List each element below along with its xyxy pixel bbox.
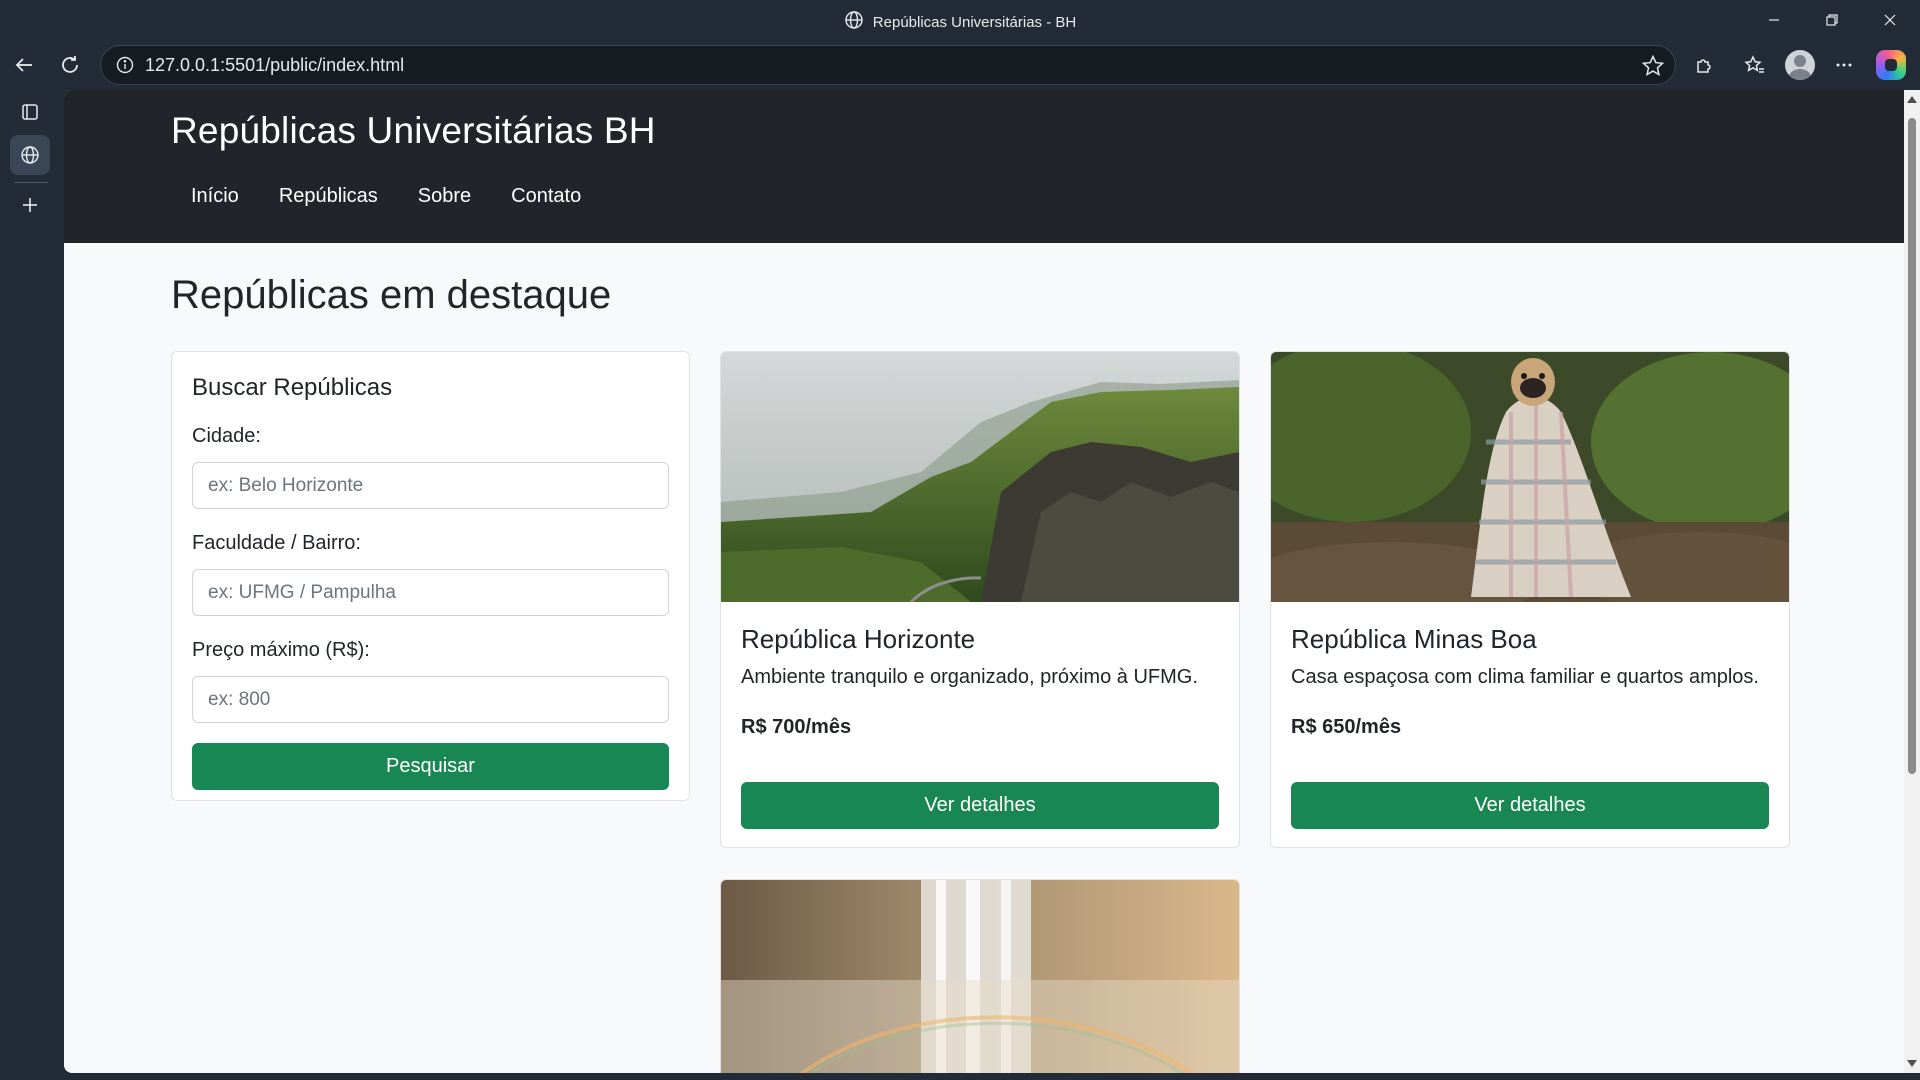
price-input[interactable] (192, 676, 669, 723)
active-tab-globe-icon[interactable] (10, 135, 50, 175)
nav-contato[interactable]: Contato (491, 185, 601, 208)
details-button[interactable]: Ver detalhes (1291, 782, 1769, 829)
profile-avatar[interactable] (1785, 50, 1815, 80)
minimize-button[interactable] (1745, 0, 1803, 40)
tab-actions-icon[interactable] (10, 92, 50, 132)
sidebar-divider (14, 182, 48, 183)
info-icon[interactable] (105, 56, 145, 74)
search-card: Buscar Repúblicas Cidade: Faculdade / Ba… (171, 351, 690, 801)
republica-card (720, 879, 1240, 1073)
extensions-button[interactable] (1686, 47, 1722, 83)
favorites-button[interactable] (1737, 47, 1773, 83)
scroll-down-arrow-icon[interactable] (1907, 1060, 1917, 1067)
page-viewport: Repúblicas Universitárias BH Início Repú… (64, 90, 1920, 1073)
window-title-text: Repúblicas Universitárias - BH (872, 13, 1077, 31)
url-text[interactable]: 127.0.0.1:5501/public/index.html (145, 55, 404, 76)
close-button[interactable] (1861, 0, 1919, 40)
browser-toolbar: 127.0.0.1:5501/public/index.html (0, 40, 1920, 90)
faculty-input[interactable] (192, 569, 669, 616)
restore-button[interactable] (1803, 0, 1861, 40)
faculty-label: Faculdade / Bairro: (192, 532, 361, 554)
mountain-landscape-image (721, 352, 1239, 602)
page-scrollbar[interactable] (1904, 90, 1920, 1073)
globe-icon (844, 10, 864, 34)
browser-sidebar (0, 90, 64, 1080)
favorite-star-icon[interactable] (1641, 54, 1665, 78)
pug-in-blanket-image (1271, 352, 1789, 602)
scroll-up-arrow-icon[interactable] (1907, 96, 1917, 103)
back-button[interactable] (6, 47, 42, 83)
nav-republicas[interactable]: Repúblicas (259, 185, 398, 208)
nav-inicio[interactable]: Início (171, 185, 259, 208)
search-title: Buscar Repúblicas (192, 374, 393, 401)
republica-card: República Minas Boa Casa espaçosa com cl… (1270, 351, 1790, 848)
search-button[interactable]: Pesquisar (192, 743, 669, 790)
price-label: Preço máximo (R$): (192, 639, 370, 661)
republica-name: República Horizonte (741, 624, 976, 654)
republica-price: R$ 700/mês (741, 716, 852, 738)
city-input[interactable] (192, 462, 669, 509)
waterfall-rainbow-image (721, 880, 1239, 1073)
site-title: Repúblicas Universitárias BH (171, 110, 656, 151)
section-title: Repúblicas em destaque (171, 273, 612, 317)
site-header: Repúblicas Universitárias BH Início Repú… (64, 90, 1904, 243)
reload-button[interactable] (52, 47, 88, 83)
new-tab-plus-icon[interactable] (10, 185, 50, 225)
address-bar[interactable]: 127.0.0.1:5501/public/index.html (100, 45, 1676, 85)
nav-sobre[interactable]: Sobre (398, 185, 491, 208)
republica-description: Casa espaçosa com clima familiar e quart… (1291, 666, 1759, 688)
republica-price: R$ 650/mês (1291, 716, 1402, 738)
main-nav: Início Repúblicas Sobre Contato (171, 185, 601, 208)
details-button[interactable]: Ver detalhes (741, 782, 1219, 829)
republica-card: República Horizonte Ambiente tranquilo e… (720, 351, 1240, 848)
city-label: Cidade: (192, 425, 261, 447)
browser-titlebar: Repúblicas Universitárias - BH (0, 0, 1920, 40)
republica-description: Ambiente tranquilo e organizado, próximo… (741, 666, 1198, 688)
window-title: Repúblicas Universitárias - BH (0, 10, 1920, 34)
republica-name: República Minas Boa (1291, 624, 1537, 654)
copilot-icon[interactable] (1876, 50, 1906, 80)
scroll-thumb[interactable] (1908, 118, 1916, 774)
more-options-button[interactable] (1826, 47, 1862, 83)
